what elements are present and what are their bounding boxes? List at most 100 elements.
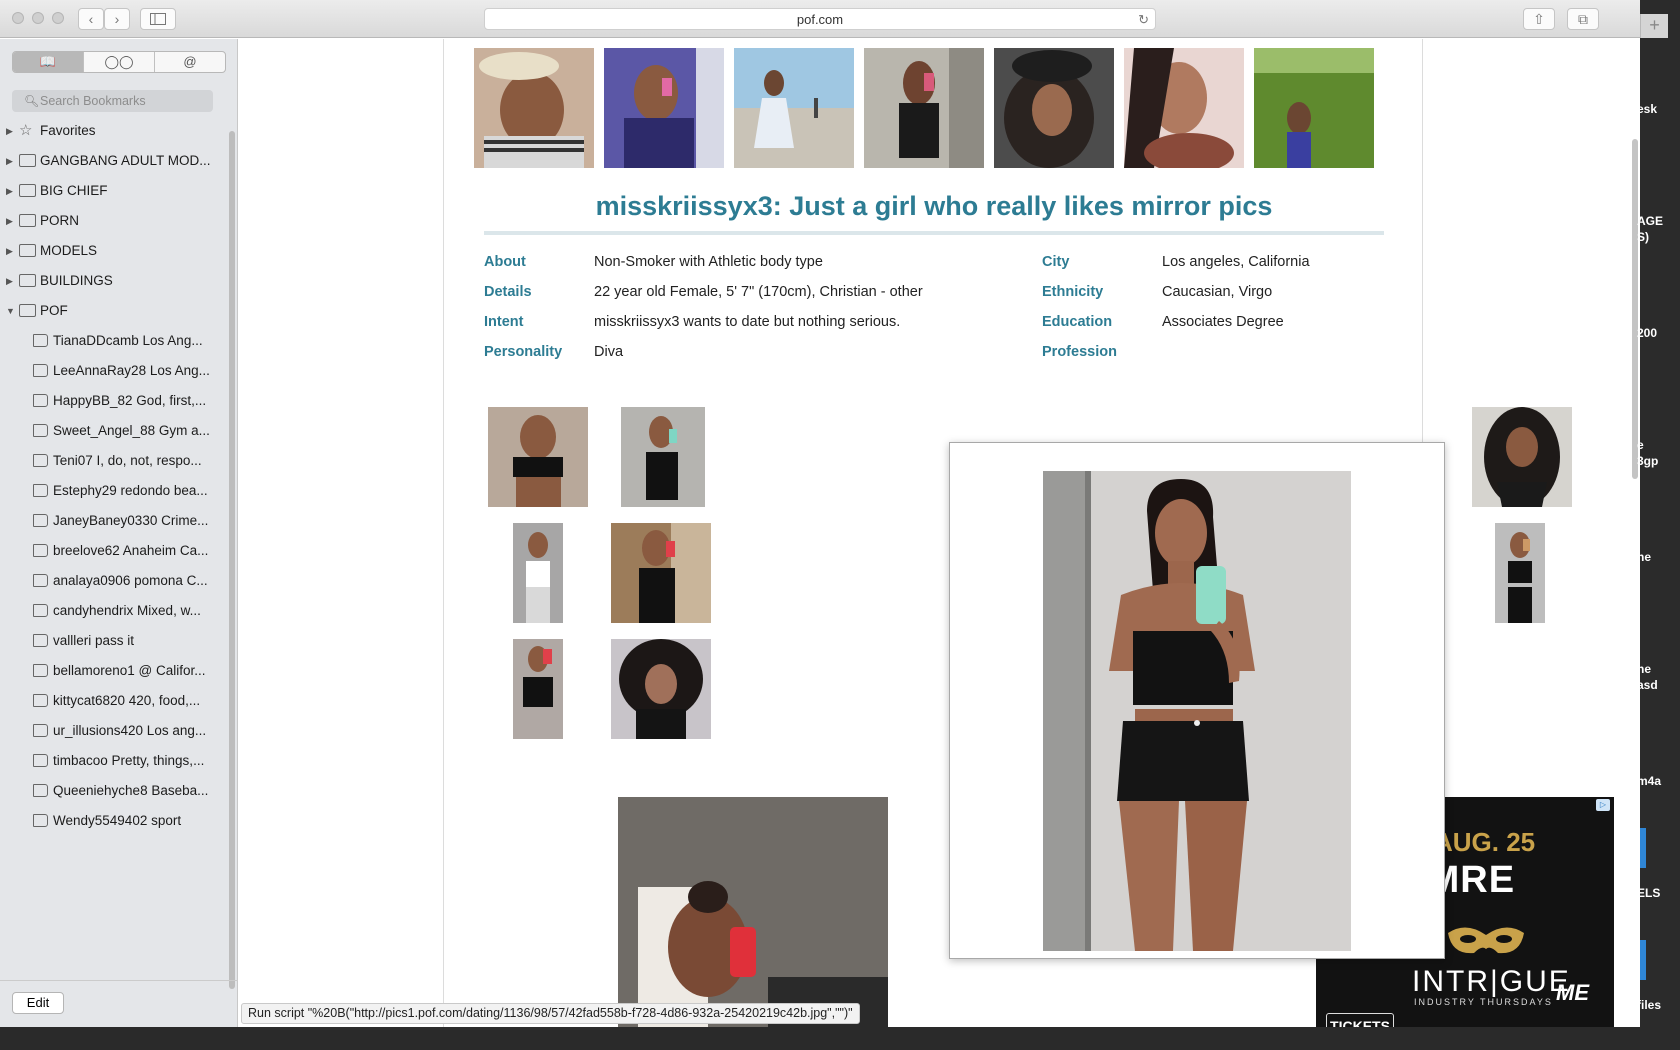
bookmark-item-label: ur_illusions420 Los ang... (53, 723, 207, 738)
page-scrollbar[interactable] (1632, 139, 1638, 479)
folder-icon (19, 214, 36, 227)
tickets-button[interactable]: TICKETS (1326, 1013, 1394, 1027)
bookmark-folder[interactable]: ▶ PORN (0, 206, 226, 236)
book-icon (33, 574, 48, 587)
bookmark-item-label: breelove62 Anaheim Ca... (53, 543, 209, 558)
disclosure-open-icon[interactable]: ▼ (6, 296, 15, 326)
bookmark-item[interactable]: candyhendrix Mixed, w... (0, 596, 226, 626)
bookmark-item[interactable]: Wendy5549402 sport (0, 806, 226, 836)
bookmark-item[interactable]: Teni07 I, do, not, respo... (0, 446, 226, 476)
gallery-photo-8[interactable] (611, 639, 711, 739)
bookmark-folder[interactable]: ▶ MODELS (0, 236, 226, 266)
bookmark-item-label: Queeniehyche8 Baseba... (53, 783, 209, 798)
enlarged-photo[interactable] (1043, 471, 1351, 951)
disclosure-closed-icon[interactable]: ▶ (6, 266, 13, 296)
sidebar-scrollbar[interactable] (229, 131, 235, 989)
bookmark-item[interactable]: Sweet_Angel_88 Gym a... (0, 416, 226, 446)
bookmark-item[interactable]: ur_illusions420 Los ang... (0, 716, 226, 746)
bookmarks-tab[interactable]: 📖 (13, 52, 84, 72)
bookmark-item[interactable]: HappyBB_82 God, first,... (0, 386, 226, 416)
desktop-label: ne (1637, 550, 1652, 564)
bookmark-item[interactable]: kittycat6820 420, food,... (0, 686, 226, 716)
shared-links-tab[interactable]: @ (155, 52, 225, 72)
gallery-photo-7[interactable] (513, 639, 563, 739)
search-bookmarks-field[interactable]: 🔍︎ Search Bookmarks (12, 90, 213, 112)
bookmark-folder-label: GANGBANG ADULT MOD... (40, 153, 211, 168)
profile-thumb-3[interactable] (734, 48, 854, 168)
folder-icon (19, 244, 36, 257)
profile-thumb-1[interactable] (474, 48, 594, 168)
reload-icon[interactable]: ↻ (1138, 9, 1149, 30)
reading-list-tab[interactable]: ◯◯ (84, 52, 155, 72)
disclosure-closed-icon[interactable]: ▶ (6, 116, 13, 146)
back-button[interactable]: ‹ (78, 8, 104, 30)
bookmark-folder[interactable]: ▶ BUILDINGS (0, 266, 226, 296)
close-window-button[interactable] (12, 12, 24, 24)
folder-icon (19, 184, 36, 197)
show-tabs-button[interactable]: ⧉ (1567, 8, 1599, 30)
city-value: Los angeles, California (1162, 254, 1310, 270)
bookmark-folder[interactable]: ▶ BIG CHIEF (0, 176, 226, 206)
profile-thumb-7[interactable] (1254, 48, 1374, 168)
bookmark-item[interactable]: timbacoo Pretty, things,... (0, 746, 226, 776)
desktop-folder-icon[interactable] (1640, 940, 1646, 980)
edit-button[interactable]: Edit (12, 992, 64, 1014)
forward-button[interactable]: › (104, 8, 130, 30)
web-content: misskriissyx3: Just a girl who really li… (239, 39, 1640, 1027)
book-icon (33, 544, 48, 557)
profile-thumb-2[interactable] (604, 48, 724, 168)
book-icon (33, 424, 48, 437)
gallery-photo-4[interactable] (513, 523, 563, 623)
gallery-photo-6[interactable] (1495, 523, 1545, 623)
gallery-photo-5[interactable] (611, 523, 711, 623)
bookmark-item[interactable]: analaya0906 pomona C... (0, 566, 226, 596)
desktop-label: ne (1637, 662, 1652, 676)
ad-me-text: ME (1556, 980, 1589, 1005)
bookmark-folder[interactable]: ▶ ☆ Favorites (0, 116, 226, 146)
desktop-folder-icon[interactable] (1640, 828, 1646, 868)
bookmark-item-label: vallleri pass it (53, 633, 135, 648)
disclosure-closed-icon[interactable]: ▶ (6, 206, 13, 236)
disclosure-closed-icon[interactable]: ▶ (6, 176, 13, 206)
city-label: City (1042, 254, 1070, 270)
profile-thumb-4[interactable] (864, 48, 984, 168)
book-icon (33, 514, 48, 527)
bookmark-item-label: Sweet_Angel_88 Gym a... (53, 423, 210, 438)
bookmark-folder[interactable]: ▶ GANGBANG ADULT MOD... (0, 146, 226, 176)
share-button[interactable]: ⇧ (1523, 8, 1555, 30)
bookmark-item[interactable]: vallleri pass it (0, 626, 226, 656)
book-icon (33, 664, 48, 677)
glasses-icon: ◯◯ (104, 54, 134, 69)
gallery-photo-3[interactable] (1472, 407, 1572, 507)
bookmark-item-label: candyhendrix Mixed, w... (53, 603, 201, 618)
personality-label: Personality (484, 344, 563, 360)
star-icon: ☆ (19, 122, 33, 139)
folder-icon (19, 154, 36, 167)
bookmark-item-label: Wendy5549402 sport (53, 813, 182, 828)
profile-thumb-6[interactable] (1124, 48, 1244, 168)
profile-thumb-5[interactable] (994, 48, 1114, 168)
gallery-photo-1[interactable] (488, 407, 588, 507)
bookmark-item[interactable]: breelove62 Anaheim Ca... (0, 536, 226, 566)
zoom-window-button[interactable] (52, 12, 64, 24)
gallery-photo-2[interactable] (621, 407, 705, 507)
education-label: Education (1042, 314, 1113, 330)
minimize-window-button[interactable] (32, 12, 44, 24)
ad-choices-icon[interactable]: ▷ (1596, 799, 1610, 811)
book-icon (33, 364, 48, 377)
bookmark-item[interactable]: bellamoreno1 @ Califor... (0, 656, 226, 686)
disclosure-closed-icon[interactable]: ▶ (6, 146, 13, 176)
bookmark-item[interactable]: JaneyBaney0330 Crime... (0, 506, 226, 536)
bookmark-folder[interactable]: ▼ POF (0, 296, 226, 326)
forward-icon: › (114, 11, 120, 27)
gallery-photo-large[interactable] (618, 797, 888, 1027)
search-placeholder: Search Bookmarks (40, 94, 146, 108)
bookmark-item[interactable]: Estephy29 redondo bea... (0, 476, 226, 506)
new-tab-button[interactable]: + (1640, 14, 1668, 38)
bookmark-item[interactable]: LeeAnnaRay28 Los Ang... (0, 356, 226, 386)
address-bar[interactable]: pof.com ↻ (484, 8, 1156, 30)
bookmark-item[interactable]: Queeniehyche8 Baseba... (0, 776, 226, 806)
bookmark-item[interactable]: TianaDDcamb Los Ang... (0, 326, 226, 356)
sidebar-toggle-button[interactable] (140, 8, 176, 30)
disclosure-closed-icon[interactable]: ▶ (6, 236, 13, 266)
